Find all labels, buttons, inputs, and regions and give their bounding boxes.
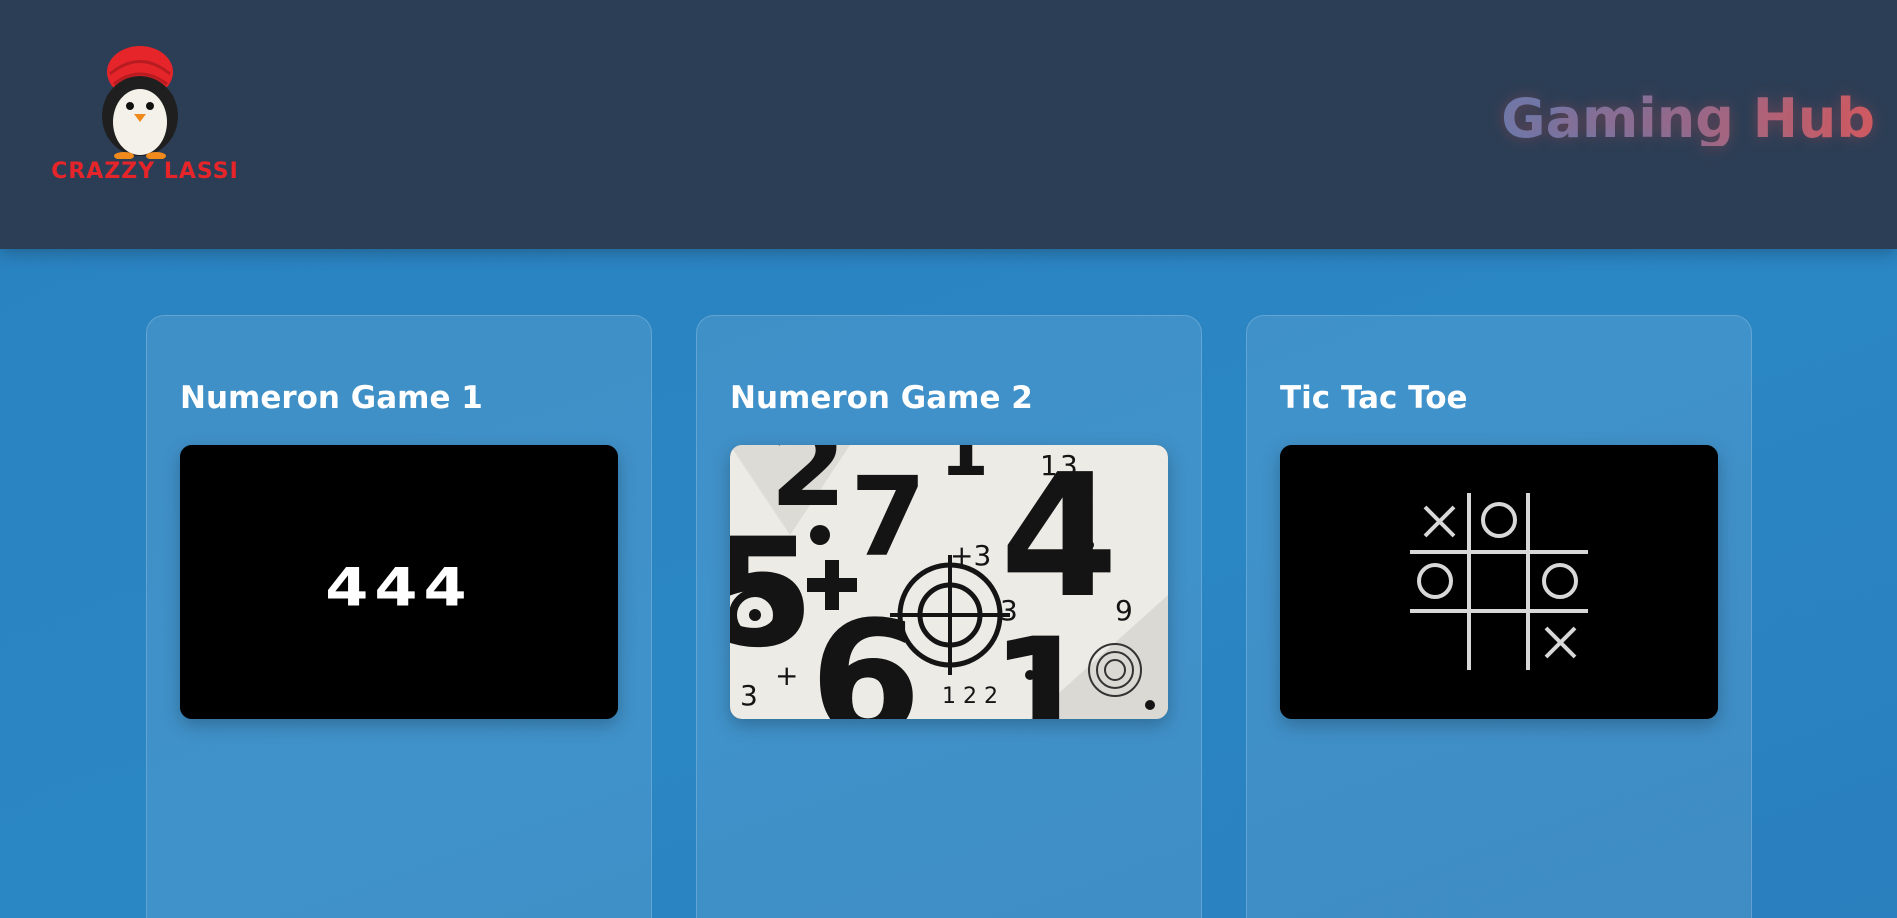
game-card-numeron-1[interactable]: Numeron Game 1 444 — [146, 315, 652, 918]
crazzy-lassi-logo[interactable]: CRAZZY LASSI — [50, 44, 240, 194]
svg-text:1: 1 — [940, 445, 989, 492]
site-header: CRAZZY LASSI Gaming Hub — [0, 0, 1897, 249]
game-card-tic-tac-toe[interactable]: Tic Tac Toe — [1246, 315, 1752, 918]
svg-text:1 2 2: 1 2 2 — [942, 684, 998, 709]
game-thumbnail-tic-tac-toe[interactable] — [1280, 445, 1718, 719]
numbers-target-icon: 2 7 4 5 6 1 1 13 +3 3+ 39 1 2 2 — [730, 445, 1168, 719]
svg-text:7: 7 — [850, 453, 927, 581]
game-card-numeron-2[interactable]: Numeron Game 2 2 7 4 5 6 1 1 13 +3 3 + 39… — [696, 315, 1202, 918]
game-card-title: Tic Tac Toe — [1280, 380, 1468, 416]
game-card-title: Numeron Game 2 — [730, 380, 1033, 416]
game-card-title: Numeron Game 1 — [180, 380, 483, 416]
penguin-turban-icon — [102, 46, 178, 160]
svg-text:1: 1 — [1040, 449, 1058, 482]
svg-text:9: 9 — [1115, 594, 1133, 627]
svg-text:3: 3 — [1060, 449, 1078, 482]
logo-text: CRAZZY LASSI — [51, 159, 239, 184]
page-title: Gaming Hub — [1501, 87, 1875, 150]
game-thumbnail-numeron-1[interactable]: 444 — [180, 445, 618, 719]
thumbnail-number-text: 444 — [325, 557, 472, 618]
game-thumbnail-numeron-2[interactable]: 2 7 4 5 6 1 1 13 +3 3 + 39 1 2 2 — [730, 445, 1168, 719]
svg-text:3: 3 — [1000, 594, 1018, 627]
svg-text:3: 3 — [740, 679, 758, 712]
svg-text:+: + — [775, 659, 798, 692]
number-444-icon: 444 — [180, 445, 618, 719]
tic-tac-toe-board-icon — [1280, 445, 1718, 719]
